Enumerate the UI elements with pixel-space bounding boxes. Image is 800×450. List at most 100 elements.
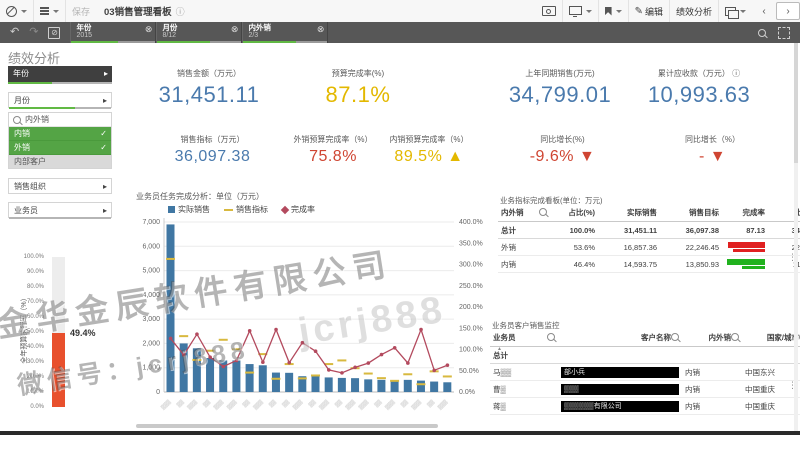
- edit-button[interactable]: ✎编辑: [629, 0, 670, 22]
- channel-cell[interactable]: 内销: [682, 398, 742, 415]
- app-options-button[interactable]: [34, 0, 66, 22]
- snapshot-button[interactable]: [536, 0, 563, 22]
- bar[interactable]: [417, 381, 425, 392]
- customer-cell[interactable]: 部小兵: [558, 364, 682, 381]
- salesman-cell[interactable]: 蒋▒: [490, 398, 558, 415]
- selection-chip-channel[interactable]: 内外销 2/3 ⊗: [242, 22, 328, 43]
- channel-cell[interactable]: [682, 347, 742, 364]
- customer-monitor-table[interactable]: 业务员客户名称内外销国家/城市总计马▒▒部小兵内销中国东兴曹▒▒▒▒内销中国重庆…: [490, 329, 800, 415]
- filter-sales-org[interactable]: 销售组织 ▸: [8, 178, 112, 194]
- kpi-sales-amount[interactable]: 销售金额（万元） 31,451.11: [120, 68, 298, 108]
- column-header[interactable]: 业务员: [490, 329, 558, 347]
- city-cell[interactable]: 中国东兴: [742, 364, 800, 381]
- selection-chip-year[interactable]: 年份 2015 ⊗: [70, 22, 156, 43]
- global-menu-button[interactable]: [0, 0, 34, 22]
- customer-cell[interactable]: ▒▒▒: [558, 381, 682, 398]
- kpi-sales-target[interactable]: 销售指标（万元） 36,097.38: [130, 134, 295, 166]
- selection-back-button[interactable]: ↶: [10, 27, 19, 38]
- table-row[interactable]: 总计: [490, 347, 800, 364]
- column-header[interactable]: 客户名称: [558, 329, 682, 347]
- dimension-cell[interactable]: 外销: [498, 239, 550, 256]
- column-header[interactable]: 内外销: [682, 329, 742, 347]
- combo-chart[interactable]: 7,0006,0005,0004,0003,0002,0001,0000400.…: [122, 214, 496, 431]
- filter-salesman[interactable]: 业务员 ▸: [8, 202, 112, 218]
- bar[interactable]: [443, 382, 451, 392]
- kpi-last-year-sales[interactable]: 上年同期销售(万元) 34,799.01: [480, 68, 640, 108]
- sheet-selector-button[interactable]: [719, 0, 752, 22]
- table-row[interactable]: 蒋▒▒▒▒▒▒▒有限公司内销中国重庆: [490, 398, 800, 415]
- column-header[interactable]: 实际销售: [598, 204, 660, 222]
- page-scrollbar-thumb[interactable]: [794, 43, 798, 163]
- bar[interactable]: [246, 364, 254, 392]
- save-button[interactable]: 保存: [66, 0, 96, 22]
- close-icon[interactable]: ⊗: [145, 25, 153, 34]
- listbox-search[interactable]: 内外销: [9, 113, 111, 127]
- kpi-yoy-growth-2[interactable]: 同比增长（%） - ▼: [655, 134, 770, 166]
- customer-cell[interactable]: [558, 347, 682, 364]
- bar[interactable]: [193, 348, 201, 392]
- selections-tool-icon[interactable]: [778, 27, 790, 39]
- dimension-cell[interactable]: 总计: [498, 222, 550, 239]
- prev-sheet-button[interactable]: ‹: [752, 2, 776, 20]
- bar[interactable]: [272, 373, 280, 392]
- kpi-receivables[interactable]: 累计应收款（万元） ⓘ 10,993.63: [620, 68, 778, 108]
- kpi-yoy-growth[interactable]: 同比增长(%) -9.6% ▼: [505, 134, 620, 166]
- next-sheet-button[interactable]: ›: [776, 2, 800, 20]
- salesman-cell[interactable]: 曹▒: [490, 381, 558, 398]
- bar[interactable]: [167, 224, 175, 392]
- dimension-cell[interactable]: 内销: [498, 256, 550, 273]
- selection-chip-month[interactable]: 月份 8/12 ⊗: [156, 22, 242, 43]
- bar[interactable]: [404, 380, 412, 392]
- bar[interactable]: [377, 380, 385, 392]
- bar[interactable]: [338, 378, 346, 392]
- close-icon[interactable]: ⊗: [317, 25, 325, 34]
- kpi-export-budget-rate[interactable]: 外销预算完成率（%） 75.8%: [285, 134, 381, 166]
- channel-cell[interactable]: 内销: [682, 381, 742, 398]
- column-header[interactable]: 销售目标: [660, 204, 722, 222]
- bar[interactable]: [285, 373, 293, 392]
- table-row[interactable]: 外销53.6%16,857.3622,246.4522,881.90: [498, 239, 800, 256]
- bar[interactable]: [391, 380, 399, 392]
- bar[interactable]: [232, 360, 240, 392]
- bar[interactable]: [430, 382, 438, 392]
- bar[interactable]: [325, 377, 333, 392]
- bookmark-button[interactable]: [599, 0, 629, 22]
- clear-selections-button[interactable]: ⊘: [48, 27, 60, 39]
- chart-horizontal-scrollbar[interactable]: [136, 424, 438, 428]
- search-icon[interactable]: [731, 333, 739, 341]
- table-row[interactable]: 总计100.0%31,451.1136,097.3887.1334,799.01: [498, 222, 800, 239]
- channel-cell[interactable]: 内销: [682, 364, 742, 381]
- column-header[interactable]: 完成率: [722, 204, 768, 222]
- bar[interactable]: [351, 378, 359, 392]
- salesman-cell[interactable]: 马▒▒: [490, 364, 558, 381]
- close-icon[interactable]: ⊗: [231, 25, 239, 34]
- filter-year[interactable]: 年份 ▸: [8, 66, 112, 82]
- presentation-button[interactable]: [563, 0, 599, 22]
- listbox-item-domestic[interactable]: 内销 ✓: [9, 127, 111, 141]
- bar[interactable]: [206, 358, 214, 392]
- search-icon[interactable]: [547, 333, 555, 341]
- listbox-item-export[interactable]: 外销 ✓: [9, 141, 111, 155]
- table-row[interactable]: 马▒▒部小兵内销中国东兴: [490, 364, 800, 381]
- target-completion-table[interactable]: 内外销占比(%)实际销售销售目标完成率上年同期总计100.0%31,451.11…: [498, 204, 800, 273]
- bar[interactable]: [364, 379, 372, 392]
- filter-month[interactable]: 月份 ▸: [8, 92, 112, 108]
- kpi-budget-completion[interactable]: 预算完成率(%) 87.1%: [300, 68, 416, 108]
- column-header[interactable]: 内外销: [498, 204, 550, 222]
- search-icon[interactable]: [671, 333, 679, 341]
- search-icon[interactable]: [539, 208, 547, 216]
- column-header[interactable]: 占比(%): [550, 204, 598, 222]
- bar[interactable]: [312, 376, 320, 392]
- city-cell[interactable]: 中国重庆: [742, 398, 800, 415]
- table-row[interactable]: 曹▒▒▒▒内销中国重庆: [490, 381, 800, 398]
- city-cell[interactable]: [742, 347, 800, 364]
- column-header[interactable]: 国家/城市: [742, 329, 800, 347]
- kpi-domestic-budget-rate[interactable]: 内销预算完成率（%） 89.5% ▲: [381, 134, 477, 166]
- customer-cell[interactable]: ▒▒▒▒▒▒有限公司: [558, 398, 682, 415]
- selection-forward-button[interactable]: ↷: [29, 27, 38, 38]
- info-icon[interactable]: ⓘ: [176, 5, 185, 18]
- search-icon[interactable]: [758, 29, 766, 37]
- listbox-item-internal[interactable]: 内部客户: [9, 155, 111, 168]
- table-row[interactable]: 内销46.4%14,593.7513,850.9311,917.11: [498, 256, 800, 273]
- bar[interactable]: [259, 365, 267, 392]
